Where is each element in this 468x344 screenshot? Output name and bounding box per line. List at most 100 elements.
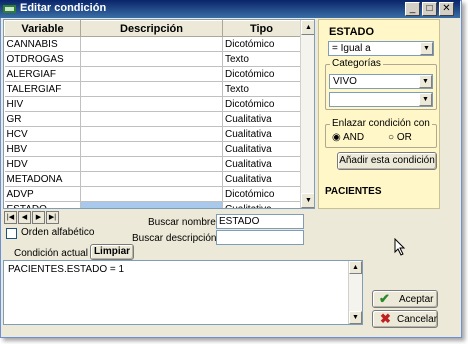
cell-descripcion[interactable] [80, 171, 223, 187]
cell-tipo[interactable]: Texto [222, 51, 301, 67]
table-row[interactable]: HBV Cualitativa [4, 141, 301, 157]
and-label: AND [342, 132, 365, 143]
cell-variable[interactable]: HIV [4, 96, 81, 112]
close-button[interactable]: ✕ [439, 2, 454, 16]
cell-descripcion[interactable] [80, 51, 223, 67]
limpiar-button[interactable]: Limpiar [90, 244, 134, 260]
condition-scrollbar[interactable]: ▲ ▼ [348, 261, 362, 324]
cancelar-button[interactable]: ✖ Cancelar [372, 310, 438, 328]
column-header-variable[interactable]: Variable [4, 20, 81, 37]
cell-variable[interactable]: ADVP [4, 186, 81, 202]
cell-descripcion[interactable] [80, 111, 223, 127]
enlazar-label: Enlazar condición con [330, 118, 432, 129]
chevron-down-icon[interactable]: ▼ [420, 42, 433, 55]
cross-icon: ✖ [380, 311, 391, 326]
orden-alfabetico-checkbox[interactable] [6, 228, 17, 239]
cell-descripcion[interactable] [80, 141, 223, 157]
cell-tipo[interactable]: Dicotómico [222, 186, 301, 202]
condition-panel: ESTADO = Igual a ▼ Categorías VIVO ▼ ▼ E… [318, 19, 440, 209]
aceptar-button[interactable]: ✔ Aceptar [372, 290, 438, 308]
operator-value: = Igual a [332, 43, 371, 54]
and-radio[interactable]: ◉ AND [332, 132, 364, 143]
app-icon [3, 5, 16, 13]
chevron-down-icon[interactable]: ▼ [419, 75, 432, 88]
cell-variable[interactable]: HCV [4, 126, 81, 142]
cell-variable[interactable]: ESTADO [4, 201, 81, 208]
nav-next-button[interactable]: ▶ [32, 211, 45, 224]
categorias-label: Categorías [330, 58, 383, 69]
table-row[interactable]: HIV Dicotómico [4, 96, 301, 112]
cell-tipo[interactable]: Dicotómico [222, 36, 301, 52]
table-row[interactable]: METADONA Cualitativa [4, 171, 301, 187]
cell-tipo[interactable]: Cualitativa [222, 201, 301, 208]
variables-grid[interactable]: Variable Descripción Tipo CANNABIS Dicotó… [3, 19, 315, 209]
checkmark-icon: ✔ [379, 291, 390, 306]
categorias-group: Categorías VIVO ▼ ▼ [325, 58, 437, 110]
buscar-descripcion-label: Buscar descripción [132, 233, 217, 244]
table-row[interactable]: HCV Cualitativa [4, 126, 301, 142]
orden-alfabetico-label: Orden alfabético [21, 227, 95, 238]
cell-descripcion[interactable] [80, 156, 223, 172]
cell-variable[interactable]: ALERGIAF [4, 66, 81, 82]
table-name-label: PACIENTES [325, 186, 382, 197]
maximize-button[interactable]: □ [422, 2, 437, 16]
cell-tipo[interactable]: Cualitativa [222, 171, 301, 187]
radio-empty-icon: ○ [388, 132, 395, 143]
cell-variable[interactable]: CANNABIS [4, 36, 81, 52]
add-condition-button[interactable]: Añadir esta condición [337, 152, 437, 170]
cell-tipo[interactable]: Dicotómico [222, 96, 301, 112]
cell-tipo[interactable]: Cualitativa [222, 126, 301, 142]
aceptar-label: Aceptar [399, 294, 434, 305]
table-row[interactable]: ESTADO Cualitativa [4, 201, 301, 208]
table-row[interactable]: HDV Cualitativa [4, 156, 301, 172]
cell-tipo[interactable]: Cualitativa [222, 141, 301, 157]
nav-last-button[interactable]: ▶| [46, 211, 59, 224]
table-row[interactable]: TALERGIAF Texto [4, 81, 301, 97]
cell-tipo[interactable]: Dicotómico [222, 66, 301, 82]
nav-prev-button[interactable]: ◀ [18, 211, 31, 224]
buscar-descripcion-input[interactable] [216, 230, 304, 245]
scroll-up-button[interactable]: ▲ [301, 20, 314, 35]
cell-variable[interactable]: HDV [4, 156, 81, 172]
cell-variable[interactable]: TALERGIAF [4, 81, 81, 97]
condicion-actual-tab[interactable]: Condición actual [14, 248, 88, 259]
cell-variable[interactable]: GR [4, 111, 81, 127]
grid-vertical-scrollbar[interactable]: ▲ ▼ [300, 20, 314, 208]
cell-descripcion[interactable] [80, 126, 223, 142]
operator-select[interactable]: = Igual a ▼ [328, 41, 434, 56]
nav-first-button[interactable]: |◀ [4, 211, 17, 224]
cell-descripcion[interactable] [80, 201, 223, 208]
condition-textarea[interactable]: PACIENTES.ESTADO = 1 ▲ ▼ [3, 260, 363, 325]
field-name-label: ESTADO [329, 26, 375, 38]
cell-variable[interactable]: OTDROGAS [4, 51, 81, 67]
scroll-down-button[interactable]: ▼ [301, 193, 314, 208]
chevron-down-icon[interactable]: ▼ [419, 93, 432, 106]
column-header-descripcion[interactable]: Descripción [80, 20, 223, 37]
cell-descripcion[interactable] [80, 81, 223, 97]
or-radio[interactable]: ○ OR [388, 132, 412, 143]
table-row[interactable]: OTDROGAS Texto [4, 51, 301, 67]
column-header-tipo[interactable]: Tipo [222, 20, 301, 37]
category-select[interactable]: VIVO ▼ [329, 74, 433, 89]
table-row[interactable]: ALERGIAF Dicotómico [4, 66, 301, 82]
category-select-2[interactable]: ▼ [329, 92, 433, 107]
scroll-down-button[interactable]: ▼ [349, 311, 362, 324]
scroll-up-button[interactable]: ▲ [349, 261, 362, 274]
table-row[interactable]: GR Cualitativa [4, 111, 301, 127]
cell-descripcion[interactable] [80, 66, 223, 82]
condition-text: PACIENTES.ESTADO = 1 [8, 264, 125, 275]
enlazar-group: Enlazar condición con ◉ AND ○ OR [325, 118, 437, 148]
cell-tipo[interactable]: Cualitativa [222, 156, 301, 172]
variables-table: Variable Descripción Tipo CANNABIS Dicotó… [4, 20, 301, 208]
table-row[interactable]: CANNABIS Dicotómico [4, 36, 301, 52]
cell-variable[interactable]: HBV [4, 141, 81, 157]
cell-variable[interactable]: METADONA [4, 171, 81, 187]
table-row[interactable]: ADVP Dicotómico [4, 186, 301, 202]
cell-tipo[interactable]: Texto [222, 81, 301, 97]
cell-descripcion[interactable] [80, 36, 223, 52]
buscar-nombre-input[interactable]: ESTADO [216, 214, 304, 229]
cell-descripcion[interactable] [80, 96, 223, 112]
cell-tipo[interactable]: Cualitativa [222, 111, 301, 127]
minimize-button[interactable]: _ [405, 2, 420, 16]
cell-descripcion[interactable] [80, 186, 223, 202]
